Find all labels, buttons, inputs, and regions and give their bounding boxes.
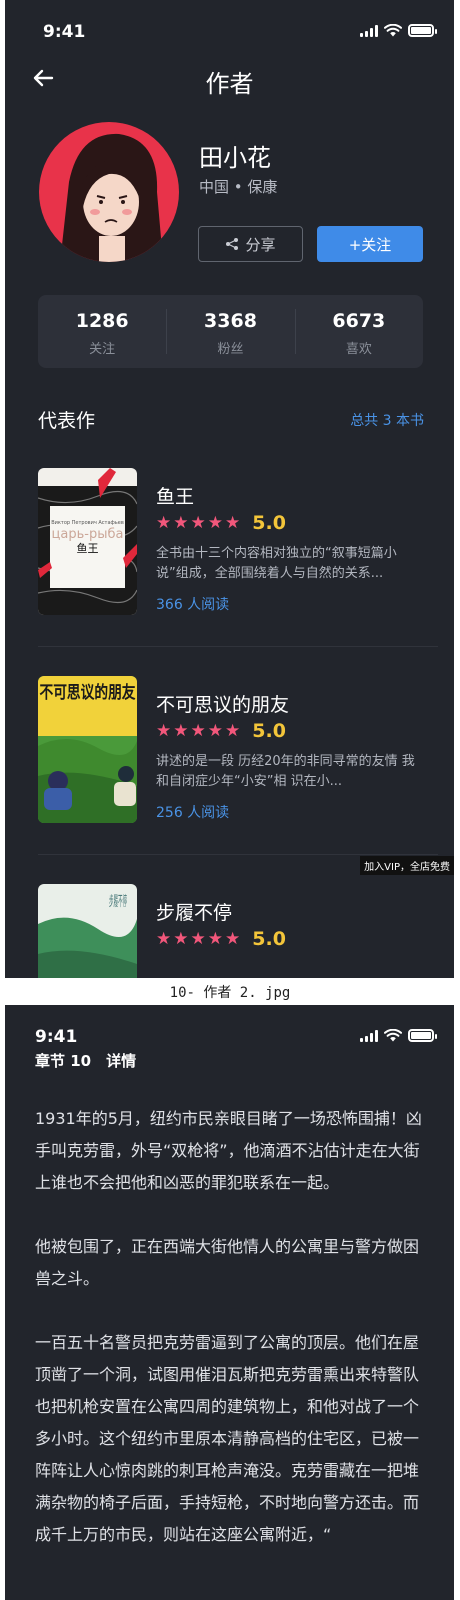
stat-value: 3368	[204, 310, 257, 332]
book-item[interactable]: 不可思议的朋友 不可思议的朋友 ★★★★★ 5.0 讲述的是一段 历经20年的非…	[38, 676, 438, 856]
cover-overlay: царь-рыба	[52, 527, 124, 542]
chapter-header: 章节 10 详情	[35, 1052, 137, 1070]
book-read-count: 366 人阅读	[156, 597, 230, 613]
book-cover[interactable]: 不可思议的朋友	[38, 676, 137, 823]
author-avatar	[39, 122, 179, 262]
star-icon: ★	[225, 513, 241, 533]
star-icon: ★	[156, 929, 172, 949]
book-cover[interactable]: 步履不停	[38, 884, 137, 978]
star-icon: ★	[156, 721, 172, 741]
book-rating: ★ ★ ★ ★ ★ 5.0	[156, 512, 286, 534]
book-score: 5.0	[252, 720, 286, 742]
book-read-count: 256 人阅读	[156, 805, 230, 821]
status-bar: 9:41	[5, 0, 454, 60]
star-icon: ★	[173, 929, 189, 949]
share-label: 分享	[245, 235, 276, 254]
chapter-paragraph: 一百五十名警员把克劳雷逼到了公寓的顶层。他们在屋顶凿了一个洞，试图用催泪瓦斯把克…	[35, 1333, 420, 1544]
chapter-paragraph: 他被包围了，正在西端大街他情人的公寓里与警方做困兽之斗。	[35, 1237, 420, 1288]
stat-following[interactable]: 1286 关注	[38, 295, 166, 368]
star-icon: ★	[207, 513, 223, 533]
author-name: 田小花	[199, 144, 271, 172]
star-icon: ★	[190, 721, 206, 741]
cover-author: Виктор Петрович Астафьев	[51, 520, 124, 526]
chapter-body: 1931年的5月，纽约市民亲眼目睹了一场恐怖围捕！凶手叫克劳雷，外号“双枪将”，…	[35, 1103, 430, 1583]
cover-title: 不可思议的朋友	[40, 682, 136, 703]
stat-label: 喜欢	[345, 342, 372, 357]
star-icon: ★	[173, 513, 189, 533]
book-rating: ★ ★ ★ ★ ★ 5.0	[156, 928, 286, 950]
divider	[38, 646, 438, 647]
wifi-icon	[384, 1029, 402, 1042]
stat-value: 6673	[332, 310, 386, 332]
battery-icon	[408, 1029, 437, 1042]
book-rating: ★ ★ ★ ★ ★ 5.0	[156, 720, 286, 742]
status-icons	[360, 24, 437, 37]
book-item[interactable]: Виктор Петрович Астафьев 鱼王 царь-рыба 鱼王…	[38, 468, 438, 648]
star-icon: ★	[225, 929, 241, 949]
nav-bar: 作者	[5, 60, 454, 104]
divider	[38, 854, 438, 855]
signal-icon	[360, 24, 378, 37]
star-icon: ★	[225, 721, 241, 741]
chapter-screen: 9:41 章节 10 详情 1931年的5月，纽约市民亲眼目睹了一场恐怖围捕！凶…	[5, 1005, 454, 1600]
author-location: 中国 • 保康	[199, 178, 278, 196]
image-caption: 10- 作者 2. jpg	[169, 985, 291, 1001]
book-description: 全书由十三个内容相对独立的“叙事短篇小说”组成，全部围绕着人与自然的关系...	[156, 546, 397, 581]
cover-title: 步履不停	[109, 893, 127, 910]
book-title[interactable]: 步履不停	[156, 898, 232, 925]
book-title[interactable]: 鱼王	[156, 482, 194, 509]
follow-button[interactable]: +关注	[317, 226, 423, 262]
book-item[interactable]: 步履不停 步履不停 ★★★★★ 5.0	[38, 884, 428, 978]
share-icon	[226, 238, 239, 250]
works-total-link[interactable]: 总共 3 本书	[350, 410, 424, 430]
book-title[interactable]: 不可思议的朋友	[156, 690, 289, 717]
author-stats: 1286 关注 3368 粉丝 6673 喜欢	[38, 295, 423, 368]
star-icon: ★	[156, 513, 172, 533]
status-time: 9:41	[43, 22, 86, 42]
book-cover[interactable]: Виктор Петрович Астафьев 鱼王 царь-рыба	[38, 468, 137, 615]
page-title: 作者	[205, 70, 254, 98]
book-score: 5.0	[252, 928, 286, 950]
star-icon: ★	[173, 721, 189, 741]
star-icon: ★	[207, 721, 223, 741]
works-section-title: 代表作	[38, 410, 96, 432]
wifi-icon	[384, 24, 402, 37]
chapter-paragraph: 1931年的5月，纽约市民亲眼目睹了一场恐怖围捕！凶手叫克劳雷，外号“双枪将”，…	[35, 1109, 422, 1192]
stat-label: 粉丝	[217, 342, 244, 357]
battery-icon	[408, 24, 437, 37]
star-icon: ★	[190, 513, 206, 533]
author-screen: 9:41 作者 田小花 中国 • 保康 分享 +关注 1286 关注 3368 …	[5, 0, 454, 978]
follow-label: +关注	[348, 235, 392, 254]
stat-likes[interactable]: 6673 喜欢	[294, 295, 423, 368]
cover-title: 鱼王	[77, 541, 99, 555]
vip-badge[interactable]: 加入VIP，全店免费	[360, 856, 454, 875]
star-icon: ★	[190, 929, 206, 949]
status-icons	[360, 1029, 437, 1042]
book-description: 讲述的是一段 历经20年的非同寻常的友情 我和自闭症少年“小安”相 识在小...	[156, 754, 415, 789]
stat-followers[interactable]: 3368 粉丝	[166, 295, 294, 368]
book-score: 5.0	[252, 512, 286, 534]
signal-icon	[360, 1029, 378, 1042]
stat-value: 1286	[75, 310, 129, 332]
star-icon: ★	[207, 929, 223, 949]
stat-label: 关注	[89, 342, 116, 357]
share-button[interactable]: 分享	[198, 226, 303, 262]
status-time: 9:41	[35, 1027, 78, 1047]
